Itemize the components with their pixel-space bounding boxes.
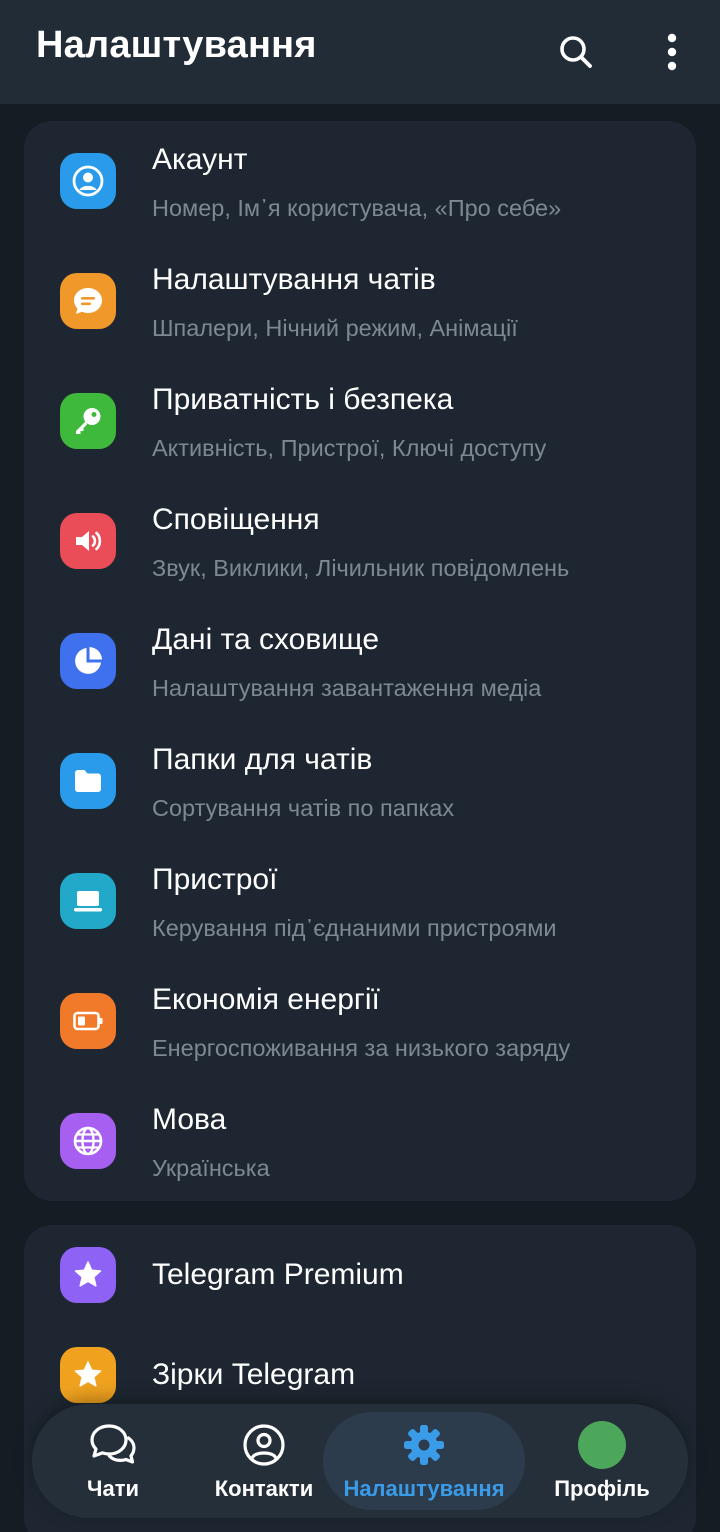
settings-screen: Налаштування Акаунт Номер, Ім᾽я користув… <box>0 0 720 1532</box>
item-title: Налаштування чатів <box>152 263 436 296</box>
person-icon <box>60 153 116 209</box>
item-title: Пристрої <box>152 863 278 896</box>
nav-label: Чати <box>87 1476 139 1501</box>
settings-item-devices[interactable]: Пристрої Керування під᾽єднаними пристроя… <box>24 841 696 961</box>
item-title: Telegram Premium <box>152 1258 404 1291</box>
speaker-icon <box>60 513 116 569</box>
item-title: Зірки Telegram <box>152 1358 356 1391</box>
app-header: Налаштування <box>0 0 720 104</box>
pie-chart-icon <box>60 633 116 689</box>
contacts-icon <box>239 1420 289 1470</box>
star-icon <box>60 1247 116 1303</box>
item-title: Мова <box>152 1103 227 1136</box>
item-subtitle: Звук, Виклики, Лічильник повідомлень <box>152 555 570 581</box>
more-options-button[interactable] <box>642 22 702 82</box>
item-title: Сповіщення <box>152 503 320 536</box>
more-vertical-icon <box>667 33 677 71</box>
nav-tab-settings[interactable]: Налаштування <box>323 1412 525 1510</box>
settings-item-chat-folders[interactable]: Папки для чатів Сортування чатів по папк… <box>24 721 696 841</box>
item-subtitle: Керування під᾽єднаними пристроями <box>152 915 557 941</box>
star-icon <box>60 1347 116 1403</box>
avatar <box>577 1420 627 1470</box>
profile-avatar <box>578 1421 626 1469</box>
settings-item-language[interactable]: Мова Українська <box>24 1081 696 1201</box>
settings-item-notifications[interactable]: Сповіщення Звук, Виклики, Лічильник пові… <box>24 481 696 601</box>
item-subtitle: Сортування чатів по папках <box>152 795 455 821</box>
nav-tab-profile[interactable]: Профіль <box>542 1412 662 1510</box>
item-subtitle: Номер, Ім᾽я користувача, «Про себе» <box>152 195 562 221</box>
search-icon <box>560 36 592 68</box>
settings-list: Акаунт Номер, Ім᾽я користувача, «Про себ… <box>24 121 696 1201</box>
gear-icon <box>399 1420 449 1470</box>
globe-icon <box>60 1113 116 1169</box>
settings-item-telegram-premium[interactable]: Telegram Premium <box>24 1225 696 1325</box>
item-subtitle: Налаштування завантаження медіа <box>152 675 542 701</box>
battery-icon <box>60 993 116 1049</box>
item-subtitle: Українська <box>152 1155 270 1181</box>
item-subtitle: Шпалери, Нічний режим, Анімації <box>152 315 518 341</box>
key-icon <box>60 393 116 449</box>
item-title: Економія енергії <box>152 983 380 1016</box>
item-title: Папки для чатів <box>152 743 373 776</box>
folder-icon <box>60 753 116 809</box>
settings-item-power-saving[interactable]: Економія енергії Енергоспоживання за низ… <box>24 961 696 1081</box>
item-title: Акаунт <box>152 143 248 176</box>
nav-tab-chats[interactable]: Чати <box>58 1412 168 1510</box>
nav-label: Налаштування <box>343 1476 505 1501</box>
search-button[interactable] <box>546 22 606 82</box>
settings-item-chat-settings[interactable]: Налаштування чатів Шпалери, Нічний режим… <box>24 241 696 361</box>
settings-item-account[interactable]: Акаунт Номер, Ім᾽я користувача, «Про себ… <box>24 121 696 241</box>
laptop-icon <box>60 873 116 929</box>
chat-bubble-icon <box>60 273 116 329</box>
item-title: Дані та сховище <box>152 623 380 656</box>
item-subtitle: Активність, Пристрої, Ключі доступу <box>152 435 547 461</box>
nav-label: Профіль <box>554 1476 650 1501</box>
bottom-navigation: Чати Контакти Налаштування Профіль <box>32 1404 688 1518</box>
chats-icon <box>88 1420 138 1470</box>
settings-item-privacy[interactable]: Приватність і безпека Активність, Пристр… <box>24 361 696 481</box>
page-title: Налаштування <box>36 24 317 66</box>
nav-label: Контакти <box>214 1476 314 1501</box>
settings-item-data-storage[interactable]: Дані та сховище Налаштування завантаженн… <box>24 601 696 721</box>
item-title: Приватність і безпека <box>152 383 454 416</box>
item-subtitle: Енергоспоживання за низького заряду <box>152 1035 571 1061</box>
